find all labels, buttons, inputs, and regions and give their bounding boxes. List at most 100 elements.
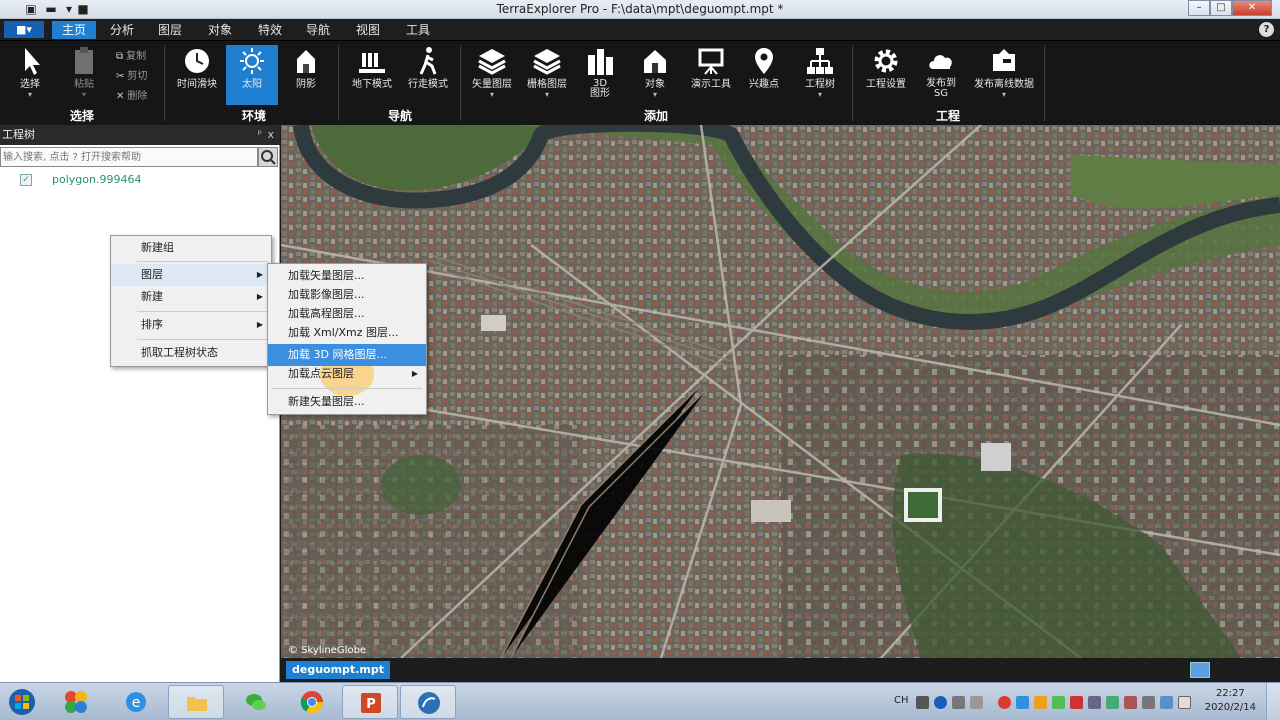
menu-item-layer[interactable]: 图层 ▶ — [111, 264, 271, 286]
tab-effects[interactable]: 特效 — [252, 21, 288, 39]
select-button[interactable]: 选择 ▾ — [10, 45, 50, 99]
cut-button[interactable]: ✂ 剪切 — [116, 67, 147, 82]
object-button[interactable]: 对象 ▾ — [632, 45, 678, 99]
raster-layers-icon — [533, 49, 561, 75]
display-tray-icon[interactable] — [1088, 696, 1101, 709]
copy-button[interactable]: ⧉ 复制 — [116, 47, 146, 62]
wechat-tray-icon[interactable] — [1106, 696, 1119, 709]
document-tab-bar: deguompt.mpt — [281, 658, 1280, 682]
taskbar: e P CH 22:27 2020/2/14 — [0, 682, 1280, 720]
clock-date: 2020/2/14 — [1204, 702, 1256, 713]
submenu-arrow-icon: ▶ — [256, 320, 263, 329]
taskbar-app-powerpoint[interactable]: P — [342, 685, 398, 719]
presentation-tool-button[interactable]: 演示工具 — [686, 45, 736, 91]
map-attribution: © SkylineGlobe — [288, 645, 367, 656]
tab-view[interactable]: 视图 — [350, 21, 386, 39]
menu-item-capture-tree-state[interactable]: 抓取工程树状态 — [111, 342, 271, 364]
group-label-add: 添加 — [643, 109, 668, 123]
map-view[interactable] — [281, 125, 1280, 658]
raster-layer-button[interactable]: 栅格图层 ▾ — [522, 45, 572, 99]
show-desktop-button[interactable] — [1266, 683, 1280, 720]
app-tray-icon[interactable] — [998, 696, 1011, 709]
chrome-icon — [300, 691, 324, 714]
maximize-button[interactable]: □ — [1210, 0, 1232, 16]
menu-item-new-group[interactable]: 新建组 — [111, 237, 271, 259]
update-tray-icon[interactable] — [1052, 696, 1065, 709]
tab-home[interactable]: 主页 — [52, 21, 96, 39]
taskbar-app-ie[interactable]: e — [108, 685, 164, 719]
group-label-select: 选择 — [69, 109, 94, 123]
flag-tray-icon[interactable] — [1124, 696, 1137, 709]
satellite-imagery[interactable] — [281, 125, 1280, 658]
document-tab[interactable]: deguompt.mpt — [286, 661, 390, 679]
help-icon[interactable]: ? — [1259, 22, 1274, 37]
menu-item-sort[interactable]: 排序 ▶ — [111, 314, 271, 336]
tab-navigation[interactable]: 导航 — [300, 21, 336, 39]
taskbar-app-explorer[interactable] — [168, 685, 224, 719]
project-tree-button[interactable]: 工程树 ▾ — [796, 45, 844, 99]
taskbar-app-360[interactable] — [48, 685, 104, 719]
publish-to-sg-button[interactable]: 发布到 SG — [916, 45, 966, 99]
shadow-button[interactable]: 阴影 — [284, 45, 328, 91]
taskbar-app-chrome[interactable] — [284, 685, 340, 719]
panel-header: 工程树 ᵖ x — [0, 125, 280, 145]
panel-title: 工程树 — [2, 128, 35, 141]
close-button[interactable]: ✕ — [1232, 0, 1272, 16]
antivirus-tray-icon[interactable] — [1070, 696, 1083, 709]
power-tray-icon[interactable] — [1142, 696, 1155, 709]
security-tray-icon[interactable] — [1034, 696, 1047, 709]
ribbon: 选择 ▾ 粘贴 ▾ ⧉ 复制 ✂ 剪切 ✕ 删除 选择 时间滑块 太阳 阴影 环境 地… — [0, 41, 1280, 125]
menu-item-new-vector-layer[interactable]: 新建矢量图层... — [268, 391, 426, 413]
volume-icon[interactable] — [1178, 696, 1191, 709]
window-layout-icon[interactable] — [1190, 662, 1210, 678]
paste-button[interactable]: 粘贴 ▾ — [64, 45, 104, 99]
language-indicator[interactable]: CH — [894, 695, 909, 706]
sun-button[interactable]: 太阳 — [226, 45, 278, 105]
pin-icon[interactable]: ᵖ — [258, 125, 262, 145]
underground-mode-button[interactable]: 地下模式 — [346, 45, 398, 91]
ime-icon[interactable] — [916, 696, 929, 709]
tab-analysis[interactable]: 分析 — [104, 21, 140, 39]
start-button[interactable] — [0, 685, 44, 719]
delete-button[interactable]: ✕ 删除 — [116, 87, 147, 102]
internet-explorer-icon: e — [126, 692, 146, 712]
network-status-icon[interactable] — [1160, 696, 1173, 709]
time-slider-button[interactable]: 时间滑块 — [172, 45, 222, 91]
gear-icon — [874, 49, 898, 73]
x-icon: ✕ — [116, 91, 125, 102]
network-tray-icon[interactable] — [1016, 696, 1029, 709]
panel-close-icon[interactable]: x — [267, 125, 274, 145]
menu-item-new[interactable]: 新建 ▶ — [111, 286, 271, 308]
presentation-board-icon — [698, 48, 724, 75]
tab-layers[interactable]: 图层 — [152, 21, 188, 39]
taskbar-app-terraexplorer[interactable] — [400, 685, 456, 719]
clock-time: 22:27 — [1215, 688, 1245, 699]
windows-logo-icon — [9, 689, 35, 715]
keyboard-icon[interactable] — [952, 696, 965, 709]
help-tray-icon[interactable] — [934, 696, 947, 709]
3d-mesh-button[interactable]: 3D 图形 — [578, 45, 622, 99]
project-settings-button[interactable]: 工程设置 — [860, 45, 912, 91]
minimize-button[interactable]: – — [1188, 0, 1210, 16]
menu-bar: ■▾ 主页 分析 图层 对象 特效 导航 视图 工具 ? — [0, 19, 1280, 41]
layers-icon — [478, 49, 506, 75]
taskbar-app-wechat[interactable] — [228, 685, 284, 719]
project-tree-panel: 工程树 ᵖ x ✓ polygon.999464 — [0, 125, 280, 682]
app-menu-button[interactable]: ■▾ — [4, 21, 44, 38]
poi-button[interactable]: 兴趣点 — [742, 45, 786, 91]
publish-offline-button[interactable]: 发布离线数据 ▾ — [968, 45, 1040, 99]
vector-layer-button[interactable]: 矢量图层 ▾ — [466, 45, 518, 99]
group-label-environment: 环境 — [241, 109, 266, 123]
search-button[interactable] — [258, 147, 278, 167]
search-input[interactable] — [0, 147, 258, 167]
checkbox[interactable]: ✓ — [20, 174, 32, 186]
settings-tray-icon[interactable] — [970, 696, 983, 709]
walk-mode-button[interactable]: 行走模式 — [402, 45, 454, 91]
menu-item-load-point-cloud[interactable]: 加载点云图层 ▶ — [268, 363, 426, 385]
menu-item-load-xml-layer[interactable]: 加载 Xml/Xmz 图层... — [268, 322, 426, 344]
tab-tools[interactable]: 工具 — [400, 21, 436, 39]
tab-objects[interactable]: 对象 — [202, 21, 238, 39]
house-add-icon — [644, 50, 666, 73]
system-clock[interactable]: 22:27 2020/2/14 — [1205, 687, 1256, 715]
scissors-icon: ✂ — [116, 71, 125, 82]
